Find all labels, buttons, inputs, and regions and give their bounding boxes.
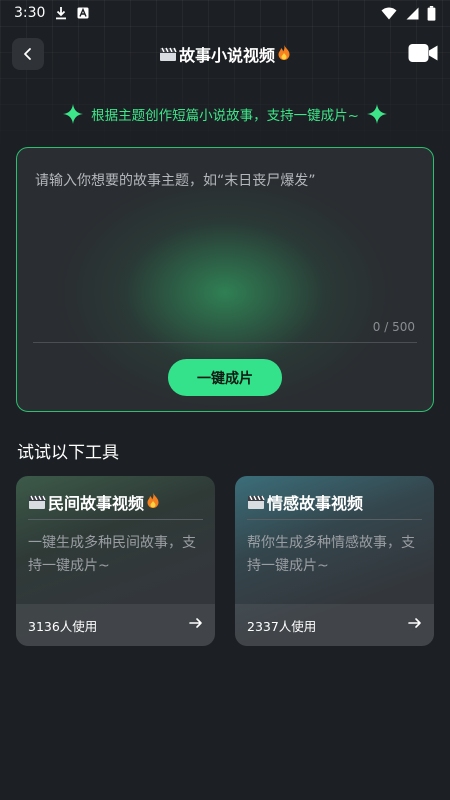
tool-title-text: 情感故事视频 [267, 494, 364, 513]
clapperboard-icon [247, 494, 265, 510]
topic-input-card: 请输入你想要的故事主题，如“末日丧尸爆发” 0 / 500 一键成片 [16, 147, 434, 412]
tool-title-text: 民间故事视频 [48, 494, 145, 513]
usage-count: 3136人使用 [28, 618, 98, 634]
signal-icon [405, 7, 419, 20]
divider [247, 519, 422, 520]
clapperboard-icon [28, 494, 46, 510]
tagline: 根据主题创作短篇小说故事，支持一键成片~ [0, 100, 450, 128]
sparkle-icon [63, 104, 84, 124]
clapperboard-icon [159, 46, 177, 62]
sparkle-icon [366, 104, 387, 124]
fire-icon [146, 492, 160, 513]
arrow-right-icon [408, 617, 422, 633]
fire-icon [277, 44, 291, 65]
a-badge-icon [77, 7, 89, 19]
arrow-right-icon [189, 617, 203, 633]
usage-count: 2337人使用 [247, 618, 317, 634]
tool-card-emotion-story[interactable]: 情感故事视频 帮你生成多种情感故事，支持一键成片~ 2337人使用 [235, 476, 434, 646]
video-camera-button[interactable] [408, 42, 438, 64]
video-camera-icon [408, 44, 438, 62]
tagline-text: 根据主题创作短篇小说故事，支持一键成片~ [91, 108, 359, 124]
divider [28, 519, 203, 520]
back-icon [24, 48, 31, 60]
status-bar: 3:30 [0, 0, 450, 26]
download-icon [55, 6, 67, 20]
char-count: 0 / 500 [372, 320, 415, 334]
section-title: 试试以下工具 [17, 443, 119, 463]
tool-title: 民间故事视频 [28, 490, 160, 514]
tool-card-folk-story[interactable]: 民间故事视频 一键生成多种民间故事，支持一键成片~ 3136人使用 [16, 476, 215, 646]
generate-button[interactable]: 一键成片 [168, 359, 282, 396]
divider [33, 342, 417, 343]
back-button[interactable] [12, 38, 44, 70]
page-title: 故事小说视频 [159, 42, 291, 66]
tool-footer: 3136人使用 [16, 604, 215, 646]
wifi-icon [381, 7, 397, 20]
tool-footer: 2337人使用 [235, 604, 434, 646]
status-time: 3:30 [14, 5, 46, 21]
battery-icon [427, 5, 436, 21]
topic-input[interactable]: 请输入你想要的故事主题，如“末日丧尸爆发” [35, 170, 316, 190]
tool-description: 帮你生成多种情感故事，支持一键成片~ [247, 535, 415, 574]
page-title-text: 故事小说视频 [178, 46, 275, 65]
top-nav: 故事小说视频 [0, 34, 450, 74]
tool-title: 情感故事视频 [247, 490, 363, 514]
tool-description: 一键生成多种民间故事，支持一键成片~ [28, 535, 196, 574]
